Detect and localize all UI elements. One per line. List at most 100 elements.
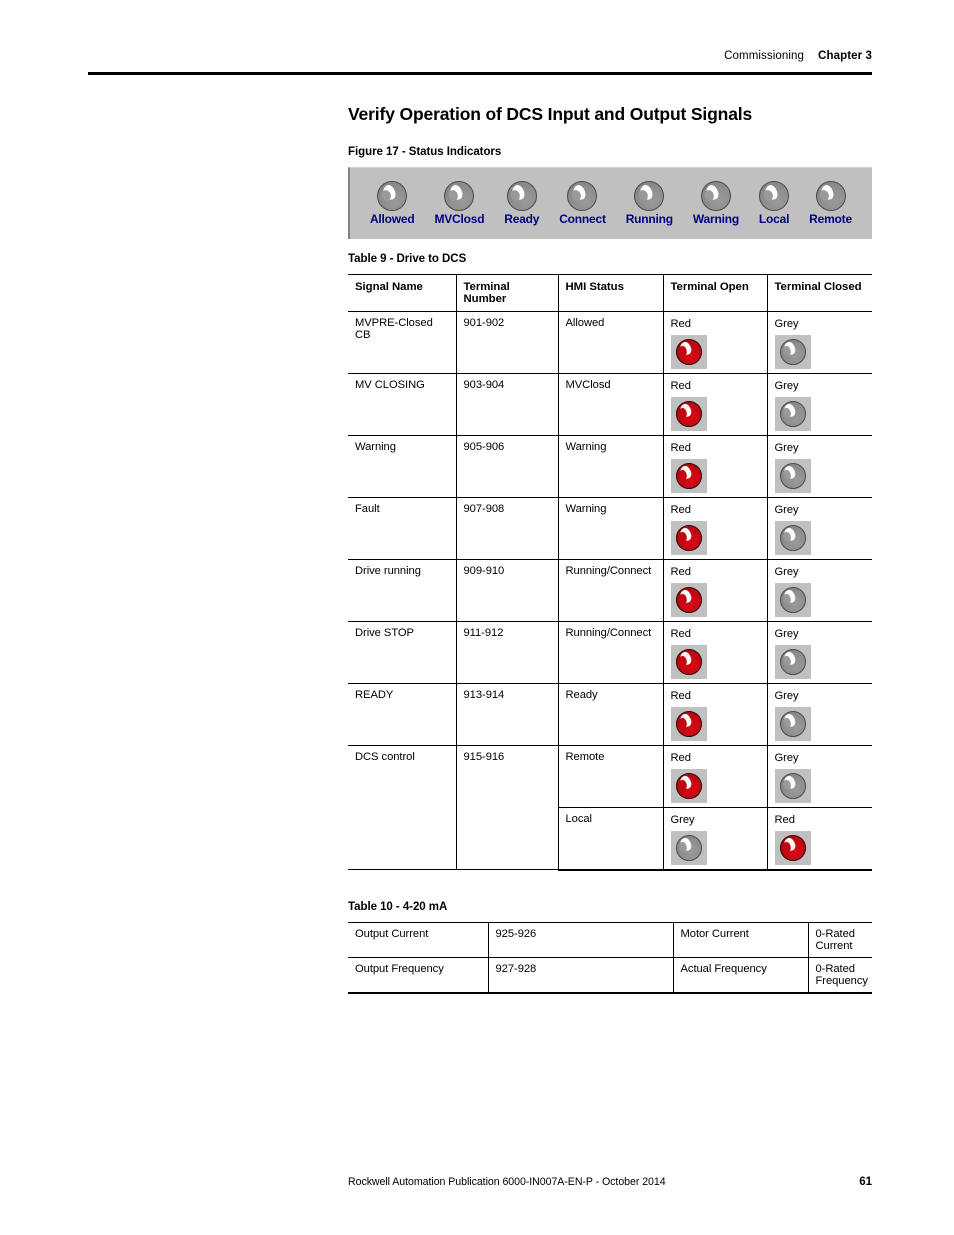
cell-terminal-closed-label: Grey xyxy=(774,565,799,578)
table-row: Warning 905-906 Warning Red Grey xyxy=(348,435,872,498)
hmi-indicator-warning[interactable]: Warning xyxy=(693,181,739,225)
led-tile xyxy=(774,644,811,679)
hmi-indicator-connect[interactable]: Connect xyxy=(559,181,606,225)
hmi-indicator-allowed[interactable]: Allowed xyxy=(370,181,415,225)
led-indicator-grey xyxy=(779,400,806,427)
cell-terminal-open: Red xyxy=(662,745,768,808)
hmi-indicator-running[interactable]: Running xyxy=(626,181,673,225)
led-tile xyxy=(774,520,811,555)
cell-terminal-closed: Grey xyxy=(766,497,872,560)
cell-terminal-number: 911-912 xyxy=(455,621,559,684)
led-indicator-grey xyxy=(377,181,408,212)
hmi-indicator-ready[interactable]: Ready xyxy=(504,181,539,225)
led-tile xyxy=(670,582,707,617)
led-indicator-grey xyxy=(444,181,475,212)
table-row: DCS control 915-916 Remote Red Grey xyxy=(348,745,872,871)
led-highlight-glint xyxy=(447,183,465,202)
led-indicator-grey xyxy=(506,181,537,212)
column-header-hmi-status: HMI Status xyxy=(557,273,664,312)
led-highlight-glint xyxy=(782,588,797,605)
led-tile xyxy=(670,768,707,803)
led-tile xyxy=(670,830,707,865)
cell-terminal-closed: Grey xyxy=(766,373,872,436)
cell-signal-name: MV CLOSING xyxy=(348,373,457,436)
cell-terminal-open: Red xyxy=(662,373,768,436)
cell-terminal-open-label: Grey xyxy=(670,813,695,826)
cell-terminal-open: Red xyxy=(662,311,768,374)
cell-terminal-closed-label: Grey xyxy=(774,627,799,640)
cell-signal-name: Drive STOP xyxy=(348,621,457,684)
led-indicator-grey xyxy=(815,181,846,212)
table-row: MV CLOSING 903-904 MVClosd Red Grey xyxy=(348,373,872,436)
page-content: Verify Operation of DCS Input and Output… xyxy=(348,104,872,994)
cell-signal-name: MVPRE-Closed CB xyxy=(348,311,457,374)
cell-terminal-open-label: Red xyxy=(670,751,691,764)
cell-terminal-closed-label: Grey xyxy=(774,751,799,764)
header-chapter-label: Chapter 3 xyxy=(818,50,872,62)
led-indicator-grey xyxy=(779,648,806,675)
table9-caption: Table 9 - Drive to DCS xyxy=(348,252,467,265)
hmi-indicator-local[interactable]: Local xyxy=(759,181,789,225)
cell-hmi-status: Running/Connect xyxy=(557,621,664,684)
led-highlight-glint xyxy=(762,183,779,202)
cell-terminal-closed: Grey xyxy=(766,435,872,498)
header-divider-rule xyxy=(88,72,872,75)
cell-terminal-number: 901-902 xyxy=(455,311,559,374)
cell-terminal-open: Red xyxy=(662,559,768,622)
led-highlight-glint xyxy=(782,650,797,667)
led-highlight-glint xyxy=(380,183,398,202)
cell-hmi-status: Allowed xyxy=(557,311,664,374)
hmi-status-indicator-panel: Allowed MVClosd Ready Connect Running Warning… xyxy=(348,166,872,239)
cell-signal-name: DCS control xyxy=(348,745,457,871)
led-indicator-grey xyxy=(634,181,665,212)
table-row: Drive running 909-910 Running/Connect Red Gr… xyxy=(348,559,872,622)
led-tile xyxy=(670,520,707,555)
led-indicator-grey xyxy=(779,462,806,489)
table-row: Output Frequency 927-928 Actual Frequency 0… xyxy=(348,957,872,994)
led-tile xyxy=(670,396,707,431)
table-row: Fault 907-908 Warning Red Grey xyxy=(348,497,872,560)
cell-terminal-number: 913-914 xyxy=(455,683,559,746)
cell-terminal-number: 905-906 xyxy=(455,435,559,498)
cell-terminal-closed: Grey xyxy=(766,559,872,622)
cell-terminal-open-label: Red xyxy=(670,627,691,640)
table-row: READY 913-914 Ready Red Grey xyxy=(348,683,872,746)
led-tile xyxy=(670,644,707,679)
cell-signal-name: Output Frequency xyxy=(348,957,489,994)
cell-terminal-open-label: Red xyxy=(670,317,691,330)
cell-signal-name: READY xyxy=(348,683,457,746)
cell-terminal-closed-label: Grey xyxy=(774,689,799,702)
led-indicator-red xyxy=(779,834,806,861)
led-indicator-grey xyxy=(779,710,806,737)
led-indicator-red xyxy=(675,586,702,613)
led-indicator-grey xyxy=(779,338,806,365)
cell-terminal-open-label: Red xyxy=(670,379,691,392)
led-highlight-glint xyxy=(570,183,588,202)
cell-range: 0-Rated Current xyxy=(807,921,872,958)
cell-terminal-number: 907-908 xyxy=(455,497,559,560)
cell-terminal-open: Red xyxy=(662,435,768,498)
table-row: MVPRE-Closed CB 901-902 Allowed Red Grey xyxy=(348,311,872,374)
cell-terminal-closed: Red xyxy=(766,807,872,871)
cell-hmi-status: Warning xyxy=(557,497,664,560)
led-highlight-glint xyxy=(678,650,693,667)
led-indicator-red xyxy=(675,338,702,365)
led-highlight-glint xyxy=(678,464,693,481)
cell-terminal-open-label: Red xyxy=(670,565,691,578)
led-highlight-glint xyxy=(510,183,527,202)
cell-hmi-status: Remote xyxy=(557,745,664,808)
page-title: Verify Operation of DCS Input and Output… xyxy=(348,104,753,124)
led-highlight-glint xyxy=(678,712,693,729)
led-tile xyxy=(774,830,811,865)
led-highlight-glint xyxy=(704,183,721,202)
hmi-indicator-label: Ready xyxy=(504,212,540,227)
cell-terminal-closed: Grey xyxy=(766,311,872,374)
led-indicator-grey xyxy=(675,834,702,861)
hmi-indicator-mvclosd[interactable]: MVClosd xyxy=(434,181,485,225)
table10-caption: Table 10 - 4-20 mA xyxy=(348,900,448,913)
column-header-terminal-open: Terminal Open xyxy=(662,273,768,312)
cell-terminal-closed-label: Grey xyxy=(774,441,799,454)
hmi-indicator-remote[interactable]: Remote xyxy=(809,181,852,225)
hmi-indicator-label: Local xyxy=(758,212,790,227)
table-row: Drive STOP 911-912 Running/Connect Red Grey xyxy=(348,621,872,684)
